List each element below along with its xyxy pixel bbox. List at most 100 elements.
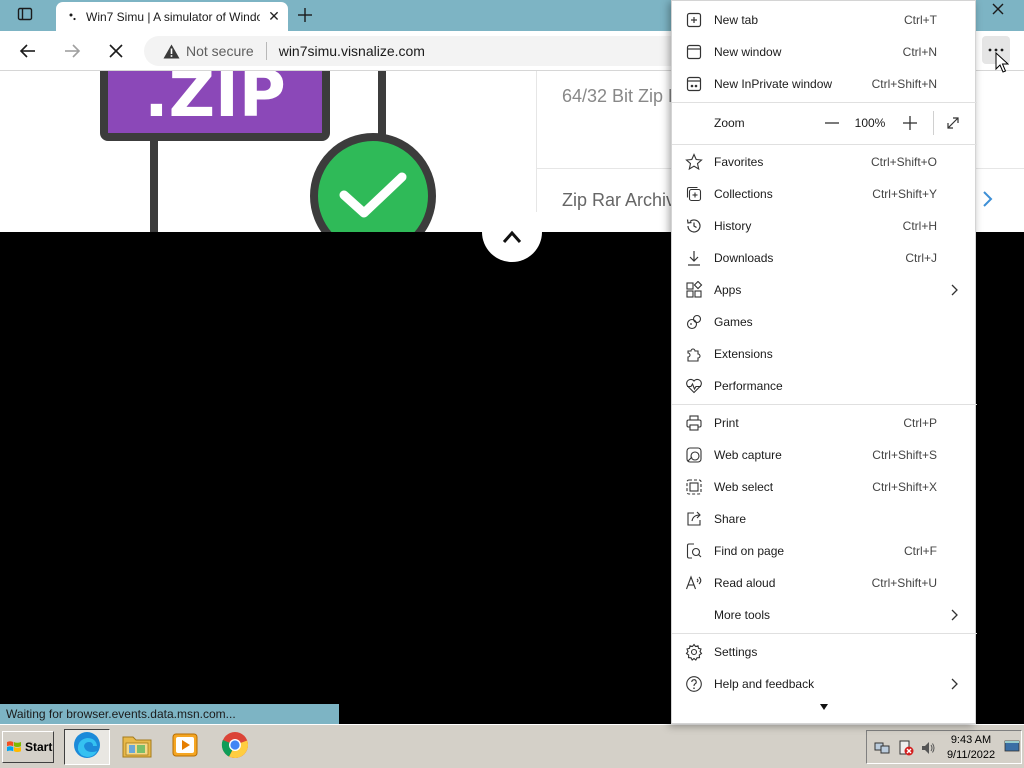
back-button[interactable] [14, 37, 42, 65]
scroll-to-top-button[interactable] [482, 212, 542, 262]
menu-item-find-on-page[interactable]: Find on page Ctrl+F [672, 535, 977, 567]
menu-item-downloads[interactable]: Downloads Ctrl+J [672, 242, 977, 274]
menu-item-label: New InPrivate window [714, 77, 833, 91]
menu-item-label: Print [714, 416, 739, 430]
menu-item-shortcut: Ctrl+P [903, 416, 937, 430]
media-player-icon [171, 731, 199, 764]
menu-item-label: New window [714, 45, 782, 59]
inprivate-icon [684, 74, 704, 94]
menu-item-label: Games [714, 315, 753, 329]
menu-item-share[interactable]: Share [672, 503, 977, 535]
taskbar-edge-button[interactable] [64, 729, 110, 765]
menu-item-apps[interactable]: Apps [672, 274, 977, 306]
menu-item-new-window[interactable]: New window Ctrl+N [672, 36, 977, 68]
browser-tab[interactable]: Win7 Simu | A simulator of Windows 7 ✕ [56, 2, 288, 31]
volume-icon[interactable] [919, 739, 937, 757]
mouse-cursor-icon [995, 51, 1010, 79]
clock-time: 9:43 AM [950, 734, 992, 746]
taskbar-media-player-button[interactable] [162, 729, 208, 765]
forward-button[interactable] [58, 37, 86, 65]
loading-spinner-icon [66, 10, 80, 24]
article-title[interactable]: Zip Rar Archiv [562, 190, 675, 211]
menu-scroll-down-icon[interactable] [817, 701, 831, 713]
menu-divider [672, 404, 977, 405]
address-bar[interactable]: Not secure win7simu.visnalize.com [144, 36, 704, 66]
menu-item-performance[interactable]: Performance [672, 370, 977, 402]
menu-item-label: Apps [714, 283, 742, 297]
menu-item-help-and-feedback[interactable]: Help and feedback [672, 668, 977, 700]
chevron-right-icon [949, 284, 961, 296]
web-capture-icon [684, 445, 704, 465]
menu-item-shortcut: Ctrl+H [902, 219, 937, 233]
help-icon [684, 674, 704, 694]
zoom-out-button[interactable] [820, 111, 844, 135]
menu-item-shortcut: Ctrl+T [904, 13, 937, 27]
action-center-icon[interactable] [897, 739, 915, 757]
menu-item-settings[interactable]: Settings [672, 636, 977, 668]
history-icon [684, 216, 704, 236]
zoom-label: Zoom [714, 116, 745, 130]
menu-item-extensions[interactable]: Extensions [672, 338, 977, 370]
folder-icon [121, 731, 153, 764]
menu-item-favorites[interactable]: Favorites Ctrl+Shift+O [672, 146, 977, 178]
new-tab-icon [684, 10, 704, 30]
menu-item-label: Web select [714, 480, 774, 494]
taskbar: Start 9:43 AM 9/11/2022 [0, 724, 1024, 768]
start-label: Start [25, 740, 53, 754]
menu-item-label: Performance [714, 379, 783, 393]
menu-item-new-tab[interactable]: New tab Ctrl+T [672, 4, 977, 36]
article-title: 64/32 Bit Zip F [562, 86, 680, 106]
zoom-divider [933, 111, 934, 135]
security-status[interactable]: Not secure [186, 43, 254, 59]
menu-item-print[interactable]: Print Ctrl+P [672, 407, 977, 439]
menu-item-web-select[interactable]: Web select Ctrl+Shift+X [672, 471, 977, 503]
taskbar-explorer-button[interactable] [114, 729, 160, 765]
menu-divider [672, 144, 977, 145]
menu-item-label: Settings [714, 645, 758, 659]
zoom-in-button[interactable] [898, 111, 922, 135]
clock[interactable]: 9:43 AM 9/11/2022 [941, 733, 1001, 763]
fullscreen-button[interactable] [940, 111, 966, 135]
stop-loading-button[interactable] [102, 37, 130, 65]
start-button[interactable]: Start [2, 731, 54, 763]
menu-item-history[interactable]: History Ctrl+H [672, 210, 977, 242]
performance-icon [684, 376, 704, 396]
menu-item-more-tools[interactable]: More tools [672, 599, 977, 631]
menu-item-web-capture[interactable]: Web capture Ctrl+Shift+S [672, 439, 977, 471]
menu-item-label: Web capture [714, 448, 782, 462]
chevron-right-icon[interactable] [977, 189, 997, 209]
settings-icon [684, 642, 704, 662]
menu-item-new-inprivate-window[interactable]: New InPrivate window Ctrl+Shift+N [672, 68, 977, 100]
menu-item-label: Find on page [714, 544, 785, 558]
chrome-icon [220, 730, 250, 765]
tab-actions-button[interactable] [8, 4, 42, 28]
downloads-icon [684, 248, 704, 268]
taskbar-chrome-button[interactable] [212, 729, 258, 765]
menu-item-label: Share [714, 512, 747, 526]
menu-divider [672, 102, 977, 103]
new-tab-button[interactable] [294, 4, 316, 26]
network-icon[interactable] [873, 739, 891, 757]
menu-item-label: Collections [714, 187, 773, 201]
windows-logo-icon [6, 739, 22, 755]
menu-divider [672, 633, 977, 634]
find-icon [684, 541, 704, 561]
share-icon [684, 509, 704, 529]
warning-icon[interactable] [162, 43, 180, 59]
menu-item-collections[interactable]: Collections Ctrl+Shift+Y [672, 178, 977, 210]
show-desktop-icon[interactable] [1003, 737, 1021, 755]
menu-item-shortcut: Ctrl+F [904, 544, 937, 558]
zoom-row: Zoom 100% [672, 105, 977, 141]
zip-label: .ZIP [100, 71, 330, 141]
tab-actions-icon [17, 6, 33, 27]
chevron-right-icon [949, 678, 961, 690]
menu-item-read-aloud[interactable]: Read aloud Ctrl+Shift+U [672, 567, 977, 599]
menu-item-games[interactable]: Games [672, 306, 977, 338]
window-close-button[interactable] [980, 0, 1016, 18]
tab-close-icon[interactable]: ✕ [266, 8, 282, 25]
chevron-right-icon [949, 609, 961, 621]
collections-icon [684, 184, 704, 204]
tab-title: Win7 Simu | A simulator of Windows 7 [86, 9, 260, 24]
url-text[interactable]: win7simu.visnalize.com [279, 43, 425, 59]
address-divider [265, 42, 267, 60]
